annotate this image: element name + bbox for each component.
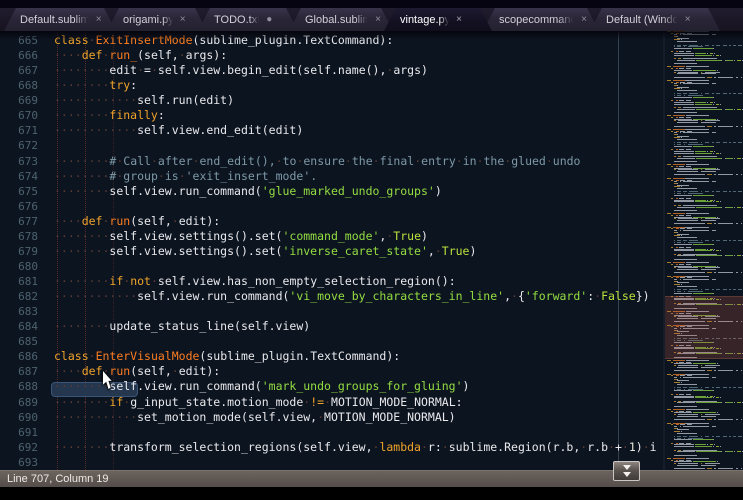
line-number: 682 bbox=[0, 289, 54, 304]
tab-label: vintage.py bbox=[400, 14, 450, 26]
code-line[interactable]: 683 bbox=[0, 304, 663, 319]
code-line[interactable]: 674········#·group·is·'exit_insert_mode'… bbox=[0, 169, 663, 184]
line-number: 669 bbox=[0, 93, 54, 108]
code-line[interactable]: 684········update_status_line(self.view) bbox=[0, 319, 663, 334]
line-number: 680 bbox=[0, 259, 54, 274]
line-number: 667 bbox=[0, 63, 54, 78]
code-line[interactable]: 691 bbox=[0, 425, 663, 440]
tab-origami-py[interactable]: origami.py × bbox=[107, 8, 207, 31]
line-number: 691 bbox=[0, 425, 54, 440]
line-number: 670 bbox=[0, 108, 54, 123]
code-line[interactable]: 665class·ExitInsertMode(sublime_plugin.T… bbox=[0, 33, 663, 48]
code-line[interactable]: 675········self.view.run_command('glue_m… bbox=[0, 184, 663, 199]
code-line[interactable]: 681········if·not·self.view.has_non_empt… bbox=[0, 274, 663, 289]
tab-close-icon[interactable]: × bbox=[456, 15, 462, 25]
code-line[interactable]: 685 bbox=[0, 334, 663, 349]
tab-scopecommand[interactable]: scopecommand × bbox=[483, 8, 599, 31]
tab-bar: Default.sublim × origami.py × TODO.txt ●… bbox=[0, 0, 743, 31]
code-line[interactable]: 680 bbox=[0, 259, 663, 274]
code-line[interactable]: 687····def·run(self,·edit): bbox=[0, 364, 663, 379]
tab-vintage-py[interactable]: vintage.py × bbox=[384, 8, 492, 31]
line-number: 683 bbox=[0, 304, 54, 319]
tab-label: Default (Windo bbox=[606, 14, 679, 26]
line-number: 676 bbox=[0, 199, 54, 214]
line-number: 692 bbox=[0, 440, 54, 455]
mouse-cursor-icon bbox=[103, 371, 115, 389]
code-line[interactable]: 669············self.run(edit) bbox=[0, 93, 663, 108]
line-number: 666 bbox=[0, 48, 54, 63]
tab-label: TODO.txt bbox=[214, 14, 260, 26]
tab-close-icon[interactable]: × bbox=[96, 15, 102, 25]
code-line[interactable]: 672 bbox=[0, 138, 663, 153]
code-line[interactable]: 678········self.view.settings().set('com… bbox=[0, 229, 663, 244]
code-line[interactable]: 690············set_motion_mode(self.view… bbox=[0, 410, 663, 425]
tab-label: origami.py bbox=[123, 14, 174, 26]
tab-label: Default.sublim bbox=[20, 14, 90, 26]
tab-todo-txt[interactable]: TODO.txt ● bbox=[198, 8, 298, 31]
tab-modified-icon[interactable]: ● bbox=[266, 15, 272, 25]
minimap-viewport[interactable] bbox=[665, 296, 743, 359]
tab-strip: Default.sublim × origami.py × TODO.txt ●… bbox=[4, 8, 711, 31]
sublime-text-window: Default.sublim × origami.py × TODO.txt ●… bbox=[0, 0, 743, 500]
tab-default-sublime[interactable]: Default.sublim × bbox=[4, 8, 116, 31]
line-number: 671 bbox=[0, 123, 54, 138]
code-line[interactable]: 666····def·run_(self,·args): bbox=[0, 48, 663, 63]
line-number: 685 bbox=[0, 334, 54, 349]
double-down-arrow-icon bbox=[623, 465, 631, 470]
code-line[interactable]: 689········if·g_input_state.motion_mode·… bbox=[0, 395, 663, 410]
line-number: 668 bbox=[0, 78, 54, 93]
line-number: 675 bbox=[0, 184, 54, 199]
line-number: 665 bbox=[0, 33, 54, 48]
line-number: 679 bbox=[0, 244, 54, 259]
tab-close-icon[interactable]: × bbox=[375, 15, 381, 25]
line-number: 684 bbox=[0, 319, 54, 334]
code-line[interactable]: 692········transform_selection_regions(s… bbox=[0, 440, 663, 455]
tab-global-sublime[interactable]: Global.sublime × bbox=[289, 8, 393, 31]
minimap-content bbox=[665, 31, 743, 470]
code-line[interactable]: 671············self.view.end_edit(edit) bbox=[0, 123, 663, 138]
scroll-down-button[interactable] bbox=[613, 461, 640, 481]
line-number: 674 bbox=[0, 169, 54, 184]
code-line[interactable]: 670········finally: bbox=[0, 108, 663, 123]
minimap[interactable] bbox=[663, 31, 743, 470]
code-line[interactable]: 673········#·Call·after·end_edit(),·to·e… bbox=[0, 154, 663, 169]
bottom-strip bbox=[0, 487, 743, 500]
double-down-arrow-icon bbox=[623, 472, 631, 477]
tab-close-icon[interactable]: × bbox=[180, 15, 186, 25]
code-line[interactable]: 686class·EnterVisualMode(sublime_plugin.… bbox=[0, 349, 663, 364]
code-line[interactable]: 693 bbox=[0, 455, 663, 470]
code-line[interactable]: 676 bbox=[0, 199, 663, 214]
code-line[interactable]: 679········self.view.settings().set('inv… bbox=[0, 244, 663, 259]
line-number: 677 bbox=[0, 214, 54, 229]
line-number: 687 bbox=[0, 364, 54, 379]
line-number: 678 bbox=[0, 229, 54, 244]
code-lines: 665class·ExitInsertMode(sublime_plugin.T… bbox=[0, 33, 663, 470]
line-number: 693 bbox=[0, 455, 54, 470]
line-number: 673 bbox=[0, 154, 54, 169]
line-number: 672 bbox=[0, 138, 54, 153]
editor[interactable]: 665class·ExitInsertMode(sublime_plugin.T… bbox=[0, 31, 663, 470]
tab-close-icon[interactable]: × bbox=[581, 15, 587, 25]
line-number: 688 bbox=[0, 379, 54, 394]
line-number: 690 bbox=[0, 410, 54, 425]
code-line[interactable]: 677····def·run(self,·edit): bbox=[0, 214, 663, 229]
code-line[interactable]: 668········try: bbox=[0, 78, 663, 93]
code-line[interactable]: 682············self.view.run_command('vi… bbox=[0, 289, 663, 304]
line-number: 689 bbox=[0, 395, 54, 410]
tab-default-windows[interactable]: Default (Windo × bbox=[590, 8, 720, 31]
tab-label: scopecommand bbox=[499, 14, 575, 26]
line-number: 686 bbox=[0, 349, 54, 364]
code-line[interactable]: 688········self.view.run_command('mark_u… bbox=[0, 379, 663, 394]
code-line[interactable]: 667········edit·=·self.view.begin_edit(s… bbox=[0, 63, 663, 78]
tab-label: Global.sublime bbox=[305, 14, 369, 26]
tab-close-icon[interactable]: × bbox=[685, 15, 691, 25]
line-number: 681 bbox=[0, 274, 54, 289]
caret-position-text: Line 707, Column 19 bbox=[7, 473, 109, 485]
